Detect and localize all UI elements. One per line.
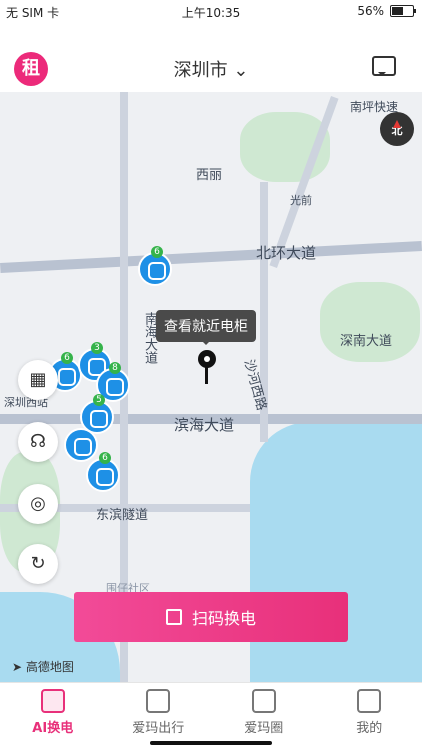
scooter-icon (146, 689, 170, 713)
map-label: 深南大道 (340, 330, 392, 349)
scan-button-label: 扫码换电 (192, 605, 256, 629)
city-selector[interactable]: 深圳市 ⌄ (0, 56, 422, 82)
locate-icon[interactable]: ◎ (18, 484, 58, 524)
map-label: 滨海大道 (174, 414, 234, 435)
location-pin-icon (198, 350, 216, 368)
map-label: 北环大道 (256, 242, 316, 263)
scan-swap-button[interactable]: 扫码换电 (74, 592, 348, 642)
layout-grid-icon[interactable]: ▦ (18, 360, 58, 400)
status-right: 56% (357, 4, 414, 18)
cabinet-marker[interactable]: 6 (138, 252, 172, 286)
chevron-down-icon: ⌄ (233, 60, 248, 81)
battery-icon (41, 689, 65, 713)
map-provider-logo: ➤ 高德地图 (12, 658, 74, 675)
battery-percent: 56% (357, 4, 384, 18)
bay-water (250, 422, 422, 682)
road (0, 241, 422, 273)
user-icon (357, 689, 381, 713)
map-label: 光前 (290, 192, 312, 208)
headset-icon[interactable]: ☊ (18, 422, 58, 462)
city-name: 深圳市 (174, 60, 228, 81)
refresh-icon[interactable]: ↻ (18, 544, 58, 584)
status-bar: 无 SIM 卡 上午10:35 56% (0, 0, 422, 22)
cabinet-marker[interactable] (64, 428, 98, 462)
nearest-cabinet-tooltip[interactable]: 查看就近电柜 (156, 310, 256, 342)
tab-mine[interactable]: 我的 (317, 683, 422, 751)
map-label: 东滨隧道 (96, 504, 148, 523)
map-label: 西丽 (196, 164, 222, 183)
scan-icon (166, 609, 182, 625)
battery-icon (390, 5, 414, 17)
home-indicator (150, 741, 272, 745)
park-area (320, 282, 420, 362)
store-icon (252, 689, 276, 713)
tab-ai-swap[interactable]: AI换电 (0, 683, 106, 751)
compass-icon[interactable]: 北 (380, 112, 414, 146)
cabinet-marker[interactable]: 6 (86, 458, 120, 492)
tab-bar: AI换电 爱玛出行 爱玛圈 我的 (0, 682, 422, 751)
app-header: 租 深圳市 ⌄ (0, 44, 422, 92)
message-icon[interactable] (372, 56, 396, 76)
